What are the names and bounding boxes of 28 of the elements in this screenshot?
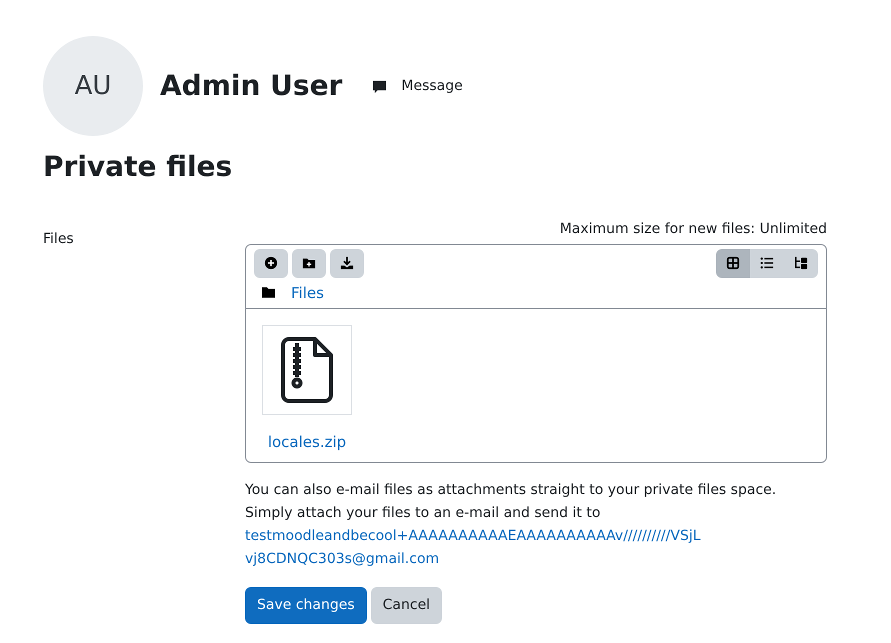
view-mode-button[interactable] [716,248,750,278]
avatar-initials: AU [43,36,143,136]
save-button[interactable]: Save changes [245,586,367,624]
breadcrumb-link[interactable]: Files [291,282,324,304]
speech-bubble-icon [372,78,388,94]
list-icon [760,256,774,270]
email-link[interactable]: testmoodleandbecool+AAAAAAAAAAEAAAAAAAAAAv//////////VSjLvj8CDNQC303s@gmail.com [245,524,705,571]
grid-icon [726,256,740,270]
view-mode-button[interactable] [750,248,784,278]
folder-icon [262,287,275,298]
email-instructions: You can also e-mail files as attachments straight to your private files space. Simply attach your files to an e-mail and send it to [245,480,778,523]
folder-plus-icon [302,256,316,270]
page-heading: Private files [43,150,234,184]
max-size-text: Maximum size for new files: Unlimited [558,220,827,239]
field-label: Files [43,230,75,249]
zip-file-icon [281,337,333,404]
user-name: Admin User [160,69,342,103]
file-name-link[interactable]: locales.zip [268,431,346,454]
download-icon [340,256,354,270]
tree-icon [794,256,808,270]
folder-plus-button[interactable] [292,248,326,278]
view-mode-button[interactable] [784,248,818,278]
cancel-button[interactable]: Cancel [370,586,442,624]
download-button[interactable] [330,248,364,278]
plus-circle-button[interactable] [254,248,288,278]
message-link[interactable]: Message [372,76,463,96]
file-thumbnail[interactable] [262,325,352,416]
plus-circle-icon [264,256,278,270]
